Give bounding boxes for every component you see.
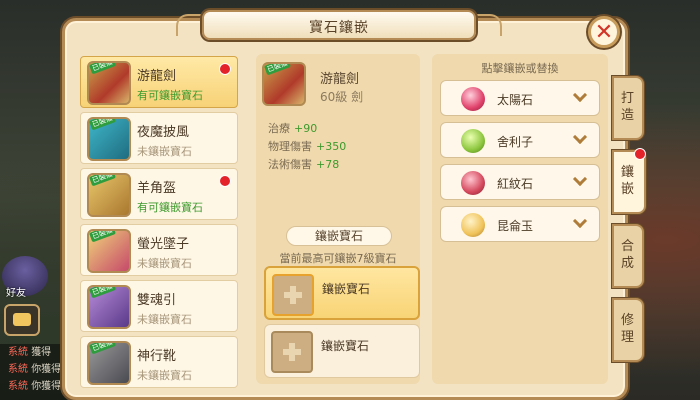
alert-dot <box>634 148 646 160</box>
boots-icon: 已裝備 <box>87 341 131 385</box>
detail-level: 60級 劍 <box>320 90 364 104</box>
equipment-item-cloak[interactable]: 已裝備 夜魔披風 未鑲嵌寶石 <box>80 112 238 164</box>
gem-name: 太陽石 <box>497 93 534 107</box>
close-button[interactable]: ✕ <box>588 16 620 48</box>
tab-label: 打造 <box>621 91 635 123</box>
gem-slot-1[interactable]: 鑲嵌寶石 <box>264 266 420 320</box>
chevron-down-icon <box>572 213 588 229</box>
equipment-list: 已裝備 游龍劍 有可鑲嵌寶石 已裝備 夜魔披風 未鑲嵌寶石 已裝備 羊角盔 有可… <box>80 52 240 398</box>
bracer-icon: 已裝備 <box>87 285 131 329</box>
equipment-item-boots[interactable]: 已裝備 神行靴 未鑲嵌寶石 <box>80 336 238 388</box>
equipment-name: 羊角盔 <box>137 181 177 196</box>
gem-button-jade[interactable]: 昆侖玉 <box>440 206 600 242</box>
chat-log: 系統 獲得 系統 你獲得 系統 你獲得 <box>0 344 70 400</box>
stat-row: 法術傷害 +78 <box>268 158 340 171</box>
gem-slot-2[interactable]: 鑲嵌寶石 <box>264 324 420 378</box>
equipment-status: 有可鑲嵌寶石 <box>137 89 203 102</box>
chat-line: 系統 你獲得 <box>8 381 62 392</box>
gem-list: 點擊鑲嵌或替換 太陽石 舍利子 紅紋石 昆侖玉 <box>432 54 608 384</box>
gem-slot-label: 鑲嵌寶石 <box>321 339 370 353</box>
close-icon: ✕ <box>594 20 614 45</box>
equipment-status: 未鑲嵌寶石 <box>137 257 192 270</box>
equipment-item-helmet[interactable]: 已裝備 羊角盔 有可鑲嵌寶石 <box>80 168 238 220</box>
tab-label: 修理 <box>621 313 635 345</box>
relic-icon <box>461 129 485 153</box>
equipment-name: 螢光墜子 <box>137 237 190 252</box>
stat-row: 治療 +90 <box>268 122 318 135</box>
chevron-down-icon <box>572 87 588 103</box>
plus-icon <box>271 331 313 373</box>
equipment-name: 神行靴 <box>137 349 177 364</box>
gem-button-relic[interactable]: 舍利子 <box>440 122 600 158</box>
gem-name: 昆侖玉 <box>497 219 534 233</box>
gem-name: 紅紋石 <box>497 177 534 191</box>
gem-button-sun-stone[interactable]: 太陽石 <box>440 80 600 116</box>
sun-stone-icon <box>461 87 485 111</box>
tab-synthesize[interactable]: 合成 <box>612 224 644 288</box>
friend-label: 好友 <box>6 288 26 299</box>
detail-name: 游龍劍 <box>320 72 360 87</box>
equipment-status: 有可鑲嵌寶石 <box>137 201 203 214</box>
tab-label: 合成 <box>621 239 635 271</box>
chat-line: 系統 獲得 <box>8 347 52 358</box>
equipment-detail: 已裝備 游龍劍 60級 劍 治療 +90 物理傷害 +350 法術傷害 +78 鑲嵌寶… <box>256 54 420 384</box>
stat-row: 物理傷害 +350 <box>268 140 347 153</box>
pendant-icon: 已裝備 <box>87 229 131 273</box>
plus-icon <box>272 274 314 316</box>
tab-repair[interactable]: 修理 <box>612 298 644 362</box>
equipment-item-sword[interactable]: 已裝備 游龍劍 有可鑲嵌寶石 <box>80 56 238 108</box>
sword-icon: 已裝備 <box>87 61 131 105</box>
gem-slot-label: 鑲嵌寶石 <box>322 282 371 296</box>
tab-inlay[interactable]: 鑲嵌 <box>612 148 646 214</box>
gem-name: 舍利子 <box>497 135 534 149</box>
chevron-down-icon <box>572 171 588 187</box>
equipment-status: 未鑲嵌寶石 <box>137 145 192 158</box>
chat-line: 系統 你獲得 <box>8 364 62 375</box>
title-plate: 寶石鑲嵌 <box>202 10 476 40</box>
gem-section-header: 鑲嵌寶石 <box>286 226 392 246</box>
helmet-icon: 已裝備 <box>87 173 131 217</box>
jade-icon <box>461 213 485 237</box>
tab-label: 鑲嵌 <box>621 165 635 197</box>
gem-level-note: 當前最高可鑲嵌7級寶石 <box>279 252 397 265</box>
gem-button-red-stone[interactable]: 紅紋石 <box>440 164 600 200</box>
equipment-name: 雙魂引 <box>137 293 177 308</box>
red-stone-icon <box>461 171 485 195</box>
chat-button[interactable] <box>4 304 40 336</box>
equipment-item-pendant[interactable]: 已裝備 螢光墜子 未鑲嵌寶石 <box>80 224 238 276</box>
chevron-down-icon <box>572 129 588 145</box>
gem-list-header: 點擊鑲嵌或替換 <box>481 62 559 75</box>
cloak-icon: 已裝備 <box>87 117 131 161</box>
sword-icon: 已裝備 <box>262 62 306 106</box>
equipment-status: 未鑲嵌寶石 <box>137 369 192 382</box>
alert-dot <box>219 175 231 187</box>
title-ornament-left <box>176 14 202 36</box>
alert-dot <box>219 63 231 75</box>
chat-bubble-icon <box>13 313 31 326</box>
tab-forge[interactable]: 打造 <box>612 76 644 140</box>
window-title: 寶石鑲嵌 <box>309 20 369 36</box>
equipment-status: 未鑲嵌寶石 <box>137 313 192 326</box>
title-ornament-right <box>476 14 502 36</box>
equipment-name: 夜魔披風 <box>137 125 190 140</box>
equipment-name: 游龍劍 <box>137 69 177 84</box>
equipment-item-bracer[interactable]: 已裝備 雙魂引 未鑲嵌寶石 <box>80 280 238 332</box>
